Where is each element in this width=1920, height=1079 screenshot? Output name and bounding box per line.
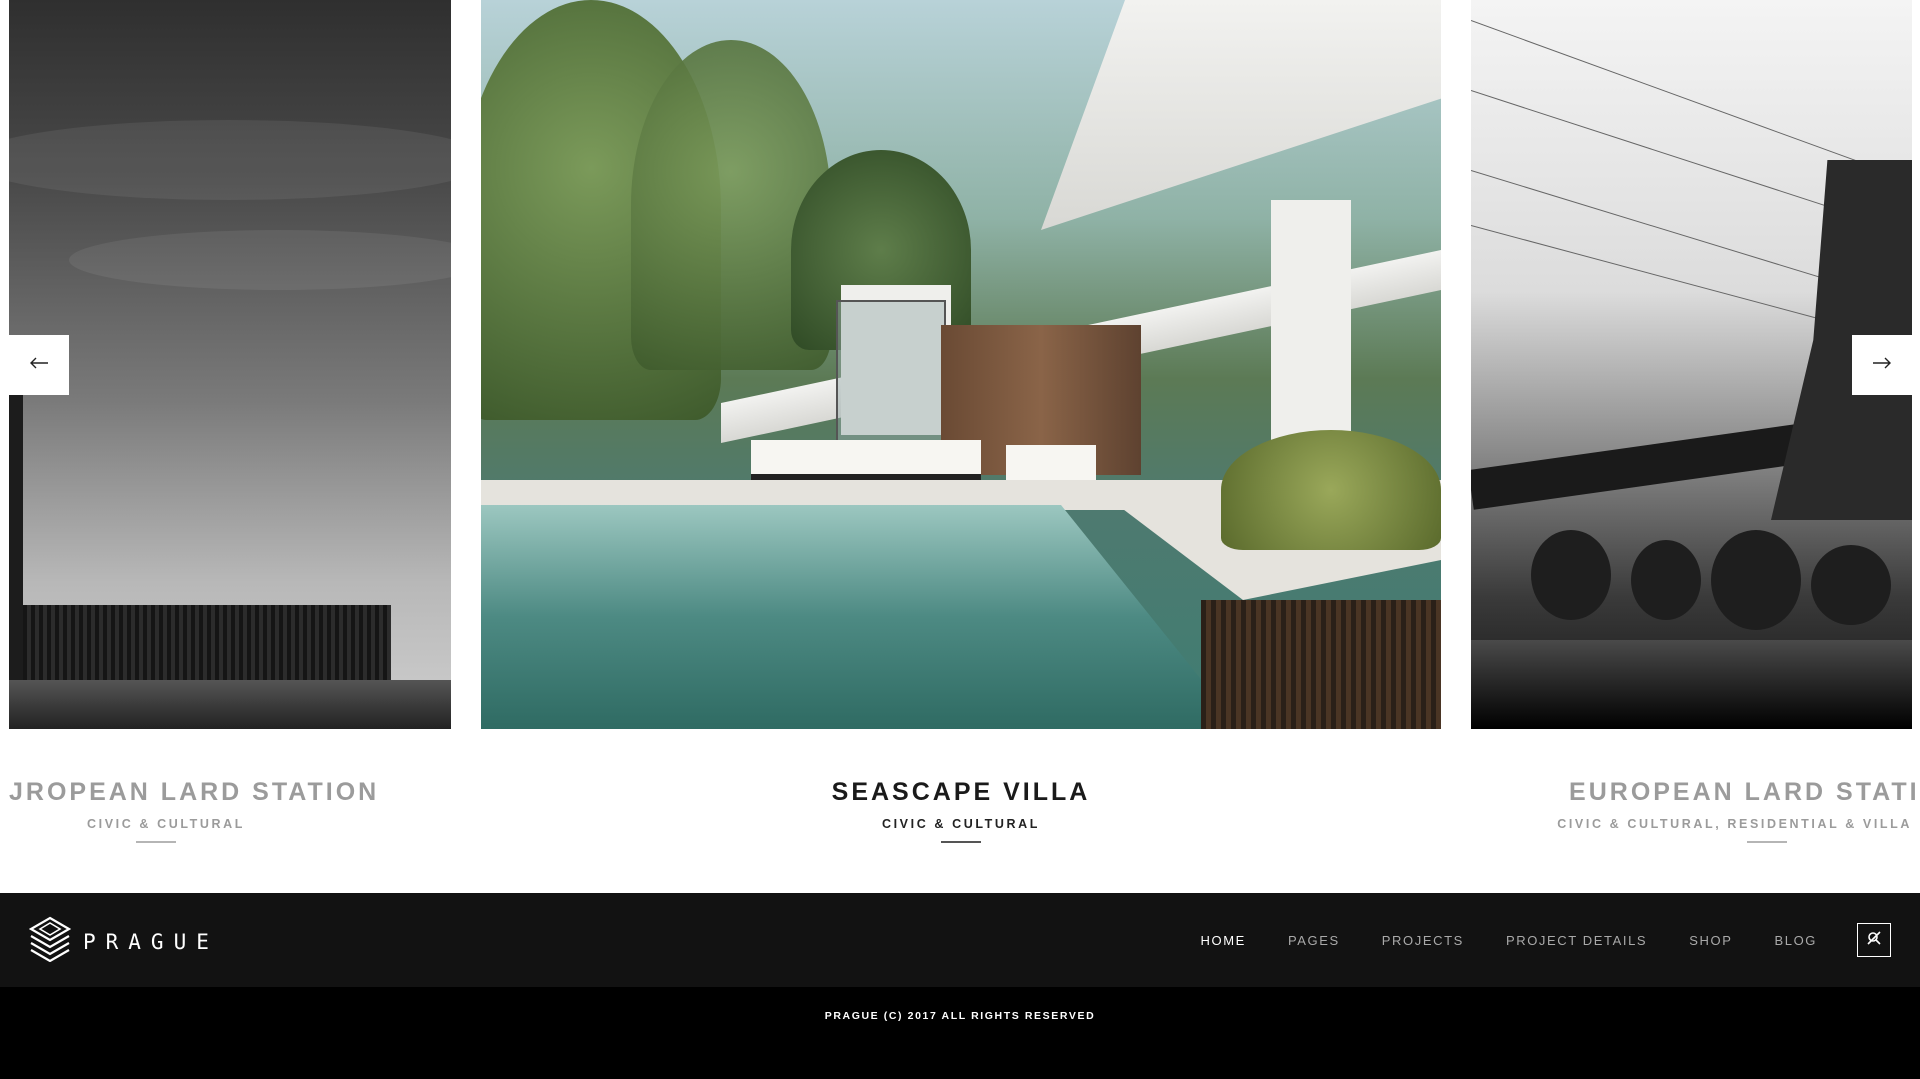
slider-prev-button[interactable] [9, 335, 69, 395]
copyright-bar: PRAGUE (C) 2017 ALL RIGHTS RESERVED [0, 987, 1920, 1079]
copyright-text: PRAGUE (C) 2017 ALL RIGHTS RESERVED [824, 1010, 1096, 1022]
menu-item-home[interactable]: HOME [1201, 933, 1246, 948]
slide-category: CIVIC & CULTURAL [87, 817, 246, 831]
main-menu: HOME PAGES PROJECTS PROJECT DETAILS SHOP… [1201, 893, 1920, 987]
arrow-right-icon [1872, 356, 1892, 374]
slide-underline [136, 841, 176, 843]
prague-logo-icon [28, 916, 72, 967]
slide-underline [1747, 841, 1787, 843]
arrow-left-icon [29, 356, 49, 374]
slide-image[interactable] [9, 0, 451, 729]
menu-item-blog[interactable]: BLOG [1774, 933, 1817, 948]
slide-title[interactable]: EUROPEAN LARD STATIO [1569, 778, 1920, 807]
search-icon [1867, 930, 1881, 950]
menu-item-shop[interactable]: SHOP [1689, 933, 1732, 948]
brand-logo[interactable]: PRAGUE [28, 916, 219, 967]
project-slider: JROPEAN LARD STATION CIVIC & CULTURAL SE… [0, 0, 1920, 893]
slide-title[interactable]: JROPEAN LARD STATION [9, 778, 379, 807]
slide-image[interactable] [1471, 0, 1912, 729]
slide-category: CIVIC & CULTURAL [881, 817, 1041, 831]
menu-item-projects[interactable]: PROJECTS [1382, 933, 1464, 948]
footer-navbar: PRAGUE HOME PAGES PROJECTS PROJECT DETAI… [0, 893, 1920, 987]
slide-category: CIVIC & CULTURAL, RESIDENTIAL & VILLA [1557, 817, 1912, 831]
slide-underline [941, 841, 981, 843]
slider-next-button[interactable] [1852, 335, 1912, 395]
search-button[interactable] [1857, 923, 1891, 957]
menu-item-project-details[interactable]: PROJECT DETAILS [1506, 933, 1647, 948]
slide-title[interactable]: SEASCAPE VILLA [481, 778, 1441, 807]
brand-name: PRAGUE [83, 929, 219, 954]
slide-image[interactable] [481, 0, 1441, 729]
menu-item-pages[interactable]: PAGES [1288, 933, 1340, 948]
